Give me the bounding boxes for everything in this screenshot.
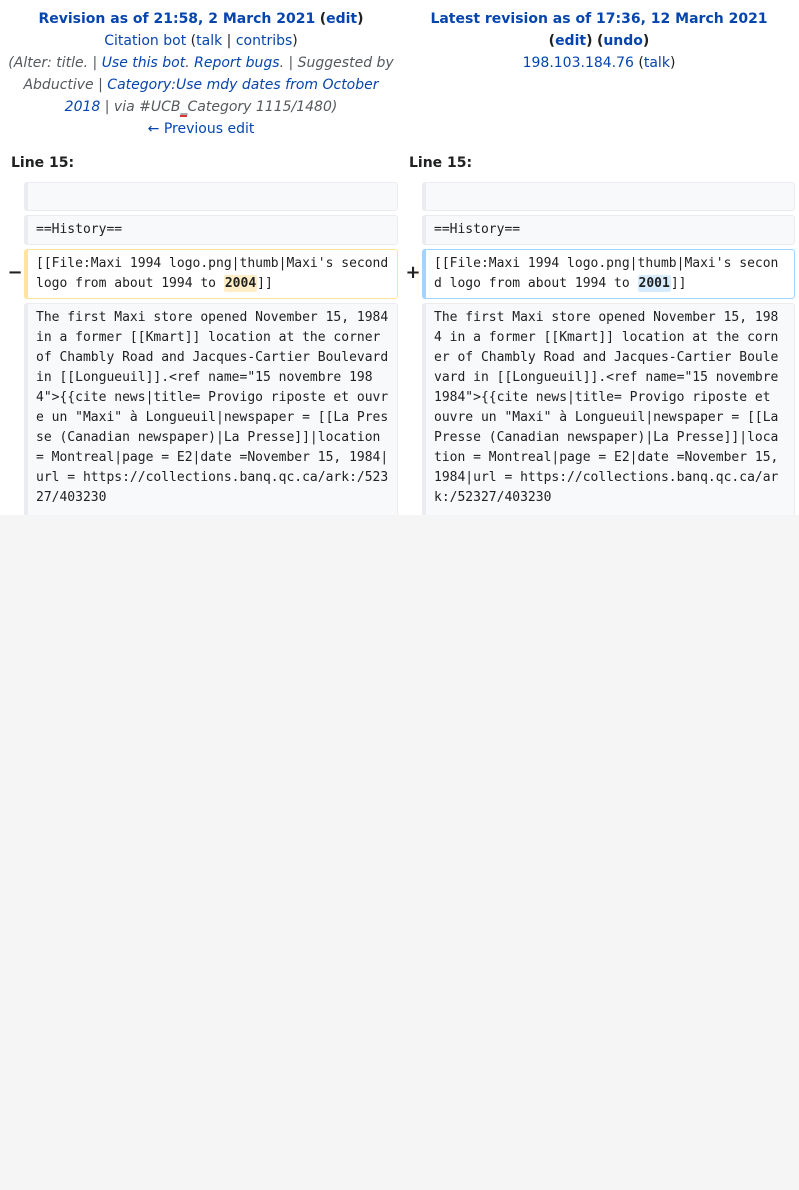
new-edit-link[interactable]: edit xyxy=(555,33,586,49)
undo-link[interactable]: undo xyxy=(603,33,643,49)
new-revision-header: Latest revision as of 17:36, 12 March 20… xyxy=(430,11,768,71)
separator: | xyxy=(226,33,232,49)
use-bot-link[interactable]: Use this bot xyxy=(102,55,186,71)
new-user-ip-link[interactable]: 198.103.184.76 xyxy=(523,55,634,71)
added-line-cell: [[File:Maxi 1994 logo.png|thumb|Maxi's s… xyxy=(422,249,795,299)
old-user-link[interactable]: Citation bot xyxy=(104,33,186,49)
new-paragraph-cell: The first Maxi store opened November 15,… xyxy=(422,303,795,515)
new-revision-link[interactable]: Latest revision as of 17:36, 12 March 20… xyxy=(430,11,767,27)
old-paragraph-cell: The first Maxi store opened November 15,… xyxy=(24,303,398,515)
old-context-cell: ==History== xyxy=(24,215,398,245)
old-user-contribs-link[interactable]: contribs xyxy=(236,33,292,49)
old-line-number: Line 15: xyxy=(11,155,75,171)
deleted-line-marker: − xyxy=(7,262,23,283)
old-edit-link[interactable]: edit xyxy=(326,11,357,27)
old-user-talk-link[interactable]: talk xyxy=(196,33,222,49)
diff-viewport: Revision as of 21:58, 2 March 2021 (edit… xyxy=(0,0,799,515)
deleted-line-cell: [[File:Maxi 1994 logo.png|thumb|Maxi's s… xyxy=(24,249,398,299)
new-context-cell: ==History== xyxy=(422,215,795,245)
added-word: 2001 xyxy=(637,275,671,292)
new-line-number: Line 15: xyxy=(409,155,473,171)
edit-summary: (Alter: title. | Use this bot. Report bu… xyxy=(8,55,394,117)
old-revision-link[interactable]: Revision as of 21:58, 2 March 2021 xyxy=(38,11,315,27)
old-empty-context-cell xyxy=(24,182,398,211)
old-revision-header: Revision as of 21:58, 2 March 2021 (edit… xyxy=(6,8,396,140)
previous-edit-link[interactable]: ← Previous edit xyxy=(148,121,255,137)
report-bugs-link[interactable]: Report bugs xyxy=(194,55,279,71)
deleted-word: 2004 xyxy=(223,275,258,292)
added-line-marker: + xyxy=(405,262,421,283)
new-user-talk-link[interactable]: talk xyxy=(644,55,670,71)
new-empty-context-cell xyxy=(422,182,795,211)
